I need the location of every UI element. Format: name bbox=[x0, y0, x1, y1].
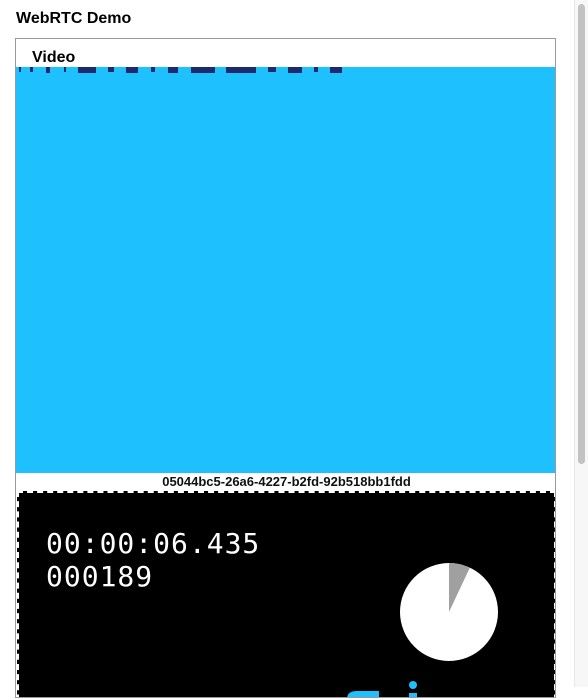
frame-counter: 000189 bbox=[46, 560, 154, 593]
local-canvas[interactable]: 00:00:06.435 000189 bbox=[17, 491, 555, 697]
page-title: WebRTC Demo bbox=[16, 10, 132, 27]
scrollbar-thumb[interactable] bbox=[578, 4, 585, 464]
logo-partial bbox=[347, 681, 417, 697]
video-glitch-artifact bbox=[16, 67, 346, 73]
remote-video[interactable] bbox=[16, 67, 555, 473]
progress-pie bbox=[400, 563, 498, 661]
page-scrollbar[interactable] bbox=[574, 0, 588, 687]
video-panel-title: Video bbox=[32, 49, 76, 66]
video-panel: Video 05044bc5-26a6-4227-b2fd-92b518bb1f… bbox=[15, 38, 556, 698]
stream-id-label: 05044bc5-26a6-4227-b2fd-92b518bb1fdd bbox=[162, 474, 411, 489]
timecode-display: 00:00:06.435 bbox=[46, 527, 261, 560]
